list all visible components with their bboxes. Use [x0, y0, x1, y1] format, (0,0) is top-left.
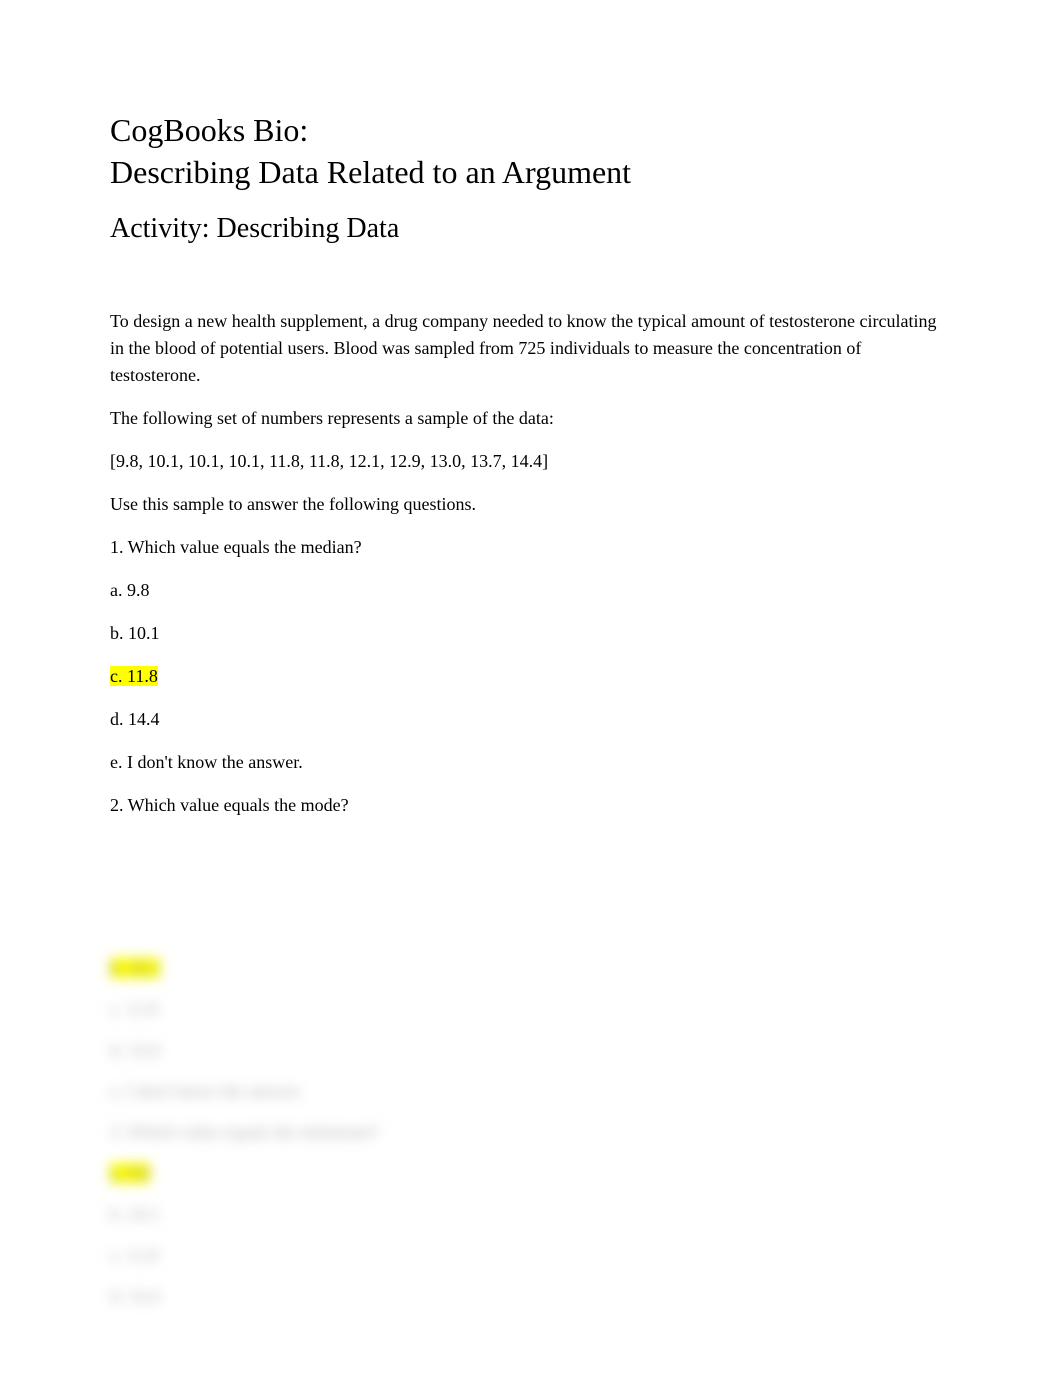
blurred-option-c1: c. 11.8 — [110, 996, 952, 1023]
blurred-option-c2: c. 11.8 — [110, 1242, 952, 1269]
blurred-option-a2: a. 9.8 — [110, 1160, 952, 1187]
intro-paragraph-1: To design a new health supplement, a dru… — [110, 308, 952, 389]
dataset-values: [9.8, 10.1, 10.1, 10.1, 11.8, 11.8, 12.1… — [110, 448, 952, 475]
subtitle: Activity: Describing Data — [110, 211, 952, 247]
blurred-option-e1: e. I don't know the answer. — [110, 1078, 952, 1105]
blurred-option-b1: b. 10.1 — [110, 955, 952, 982]
intro-paragraph-2: The following set of numbers represents … — [110, 405, 952, 432]
blurred-highlight-1: b. 10.1 — [110, 958, 160, 978]
question-2-prompt: 2. Which value equals the mode? — [110, 792, 952, 819]
blurred-content: b. 10.1 c. 11.8 d. 14.4 e. I don't know … — [110, 955, 952, 1310]
question-1-prompt: 1. Which value equals the median? — [110, 534, 952, 561]
q1-option-c-highlight: c. 11.8 — [110, 666, 158, 686]
blurred-option-d2: d. 14.4 — [110, 1283, 952, 1310]
blurred-option-b2: b. 10.1 — [110, 1201, 952, 1228]
intro-paragraph-3: Use this sample to answer the following … — [110, 491, 952, 518]
q1-option-d: d. 14.4 — [110, 706, 952, 733]
title-line-2: Describing Data Related to an Argument — [110, 152, 952, 194]
blurred-highlight-2: a. 9.8 — [110, 1163, 150, 1183]
q1-option-e: e. I don't know the answer. — [110, 749, 952, 776]
blurred-option-d1: d. 14.4 — [110, 1037, 952, 1064]
q1-option-a: a. 9.8 — [110, 577, 952, 604]
title-line-1: CogBooks Bio: — [110, 110, 952, 152]
q1-option-c: c. 11.8 — [110, 663, 952, 690]
main-title: CogBooks Bio: Describing Data Related to… — [110, 110, 952, 193]
blurred-question-3: 3. Which value equals the minimum? — [110, 1119, 952, 1146]
q1-option-b: b. 10.1 — [110, 620, 952, 647]
